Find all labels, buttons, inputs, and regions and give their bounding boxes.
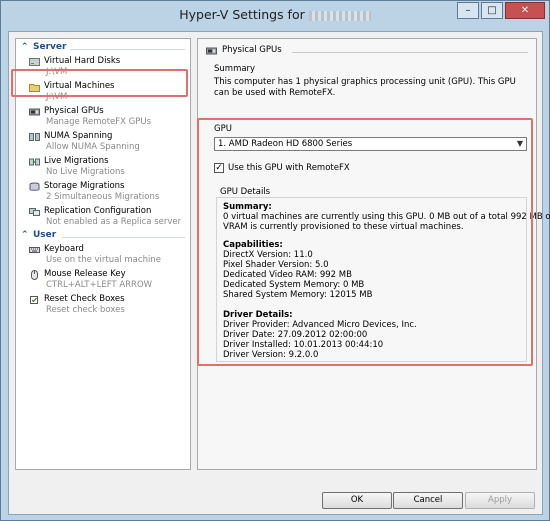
settings-navigation: ⌃ Server Virtual Hard Disks J:\VM Virtua… — [15, 38, 191, 470]
disk-icon — [29, 58, 40, 66]
minimize-button[interactable]: – — [457, 2, 479, 19]
nav-item-value: CTRL+ALT+LEFT ARROW — [46, 280, 153, 290]
user-group-label: User — [33, 230, 57, 240]
maximize-button[interactable]: □ — [481, 2, 503, 19]
server-group-header[interactable]: ⌃ Server — [18, 42, 188, 55]
summary-label: Summary — [214, 64, 256, 74]
numa-icon — [29, 133, 40, 141]
blurred-hostname — [308, 10, 371, 21]
nav-item-value: Use on the virtual machine — [46, 255, 161, 265]
nav-item-mouse-release-key[interactable]: Mouse Release Key CTRL+ALT+LEFT ARROW — [16, 268, 190, 293]
nav-item-physical-gpus[interactable]: Physical GPUs Manage RemoteFX GPUs — [16, 105, 190, 130]
mouse-icon — [31, 270, 38, 280]
highlight-gpu-section — [197, 118, 533, 366]
nav-item-value: 2 Simultaneous Migrations — [46, 192, 160, 202]
collapse-chevron-icon: ⌃ — [21, 230, 29, 240]
nav-item-keyboard[interactable]: Keyboard Use on the virtual machine — [16, 243, 190, 268]
migration-icon — [29, 158, 40, 166]
nav-item-value: Reset check boxes — [46, 305, 125, 315]
summary-text: This computer has 1 physical graphics pr… — [214, 77, 516, 98]
nav-item-value: Manage RemoteFX GPUs — [46, 117, 152, 127]
highlight-physical-gpus — [11, 69, 188, 97]
user-group-header[interactable]: ⌃ User — [18, 230, 188, 243]
replication-icon — [29, 208, 40, 216]
collapse-chevron-icon: ⌃ — [21, 42, 29, 52]
nav-item-label: Reset Check Boxes — [44, 294, 125, 304]
window-title-text: Hyper-V Settings for — [179, 7, 305, 22]
section-header: Physical GPUs — [206, 44, 528, 58]
apply-button[interactable]: Apply — [465, 492, 535, 509]
title-bar: Hyper-V Settings for – □ ✕ — [1, 1, 549, 31]
nav-item-replication-configuration[interactable]: Replication Configuration Not enabled as… — [16, 205, 190, 230]
nav-item-value: Allow NUMA Spanning — [46, 142, 140, 152]
nav-item-label: Mouse Release Key — [44, 269, 126, 279]
nav-item-label: Physical GPUs — [44, 106, 104, 116]
nav-item-live-migrations[interactable]: Live Migrations No Live Migrations — [16, 155, 190, 180]
group-divider — [70, 49, 185, 50]
nav-item-numa-spanning[interactable]: NUMA Spanning Allow NUMA Spanning — [16, 130, 190, 155]
nav-item-label: NUMA Spanning — [44, 131, 113, 141]
nav-item-label: Live Migrations — [44, 156, 109, 166]
checkbox-icon — [30, 296, 38, 304]
section-divider — [292, 52, 528, 53]
nav-item-label: Virtual Hard Disks — [44, 56, 121, 66]
nav-item-reset-check-boxes[interactable]: Reset Check Boxes Reset check boxes — [16, 293, 190, 318]
nav-item-label: Keyboard — [44, 244, 84, 254]
nav-item-label: Replication Configuration — [44, 206, 152, 216]
nav-item-value: No Live Migrations — [46, 167, 125, 177]
storage-icon — [29, 182, 40, 191]
window-controls: – □ ✕ — [457, 2, 545, 19]
section-title: Physical GPUs — [222, 45, 282, 55]
nav-item-value: Not enabled as a Replica server — [46, 217, 182, 227]
ok-button[interactable]: OK — [322, 492, 392, 509]
server-group-label: Server — [33, 42, 67, 52]
nav-item-storage-migrations[interactable]: Storage Migrations 2 Simultaneous Migrat… — [16, 180, 190, 205]
gpu-icon — [206, 47, 217, 55]
settings-window: Hyper-V Settings for – □ ✕ ⌃ Server Virt… — [0, 0, 550, 521]
keyboard-icon — [29, 247, 40, 253]
group-divider — [62, 237, 185, 238]
nav-item-label: Storage Migrations — [44, 181, 125, 191]
cancel-button[interactable]: Cancel — [393, 492, 463, 509]
close-button[interactable]: ✕ — [505, 2, 545, 19]
gpu-icon — [29, 108, 40, 116]
